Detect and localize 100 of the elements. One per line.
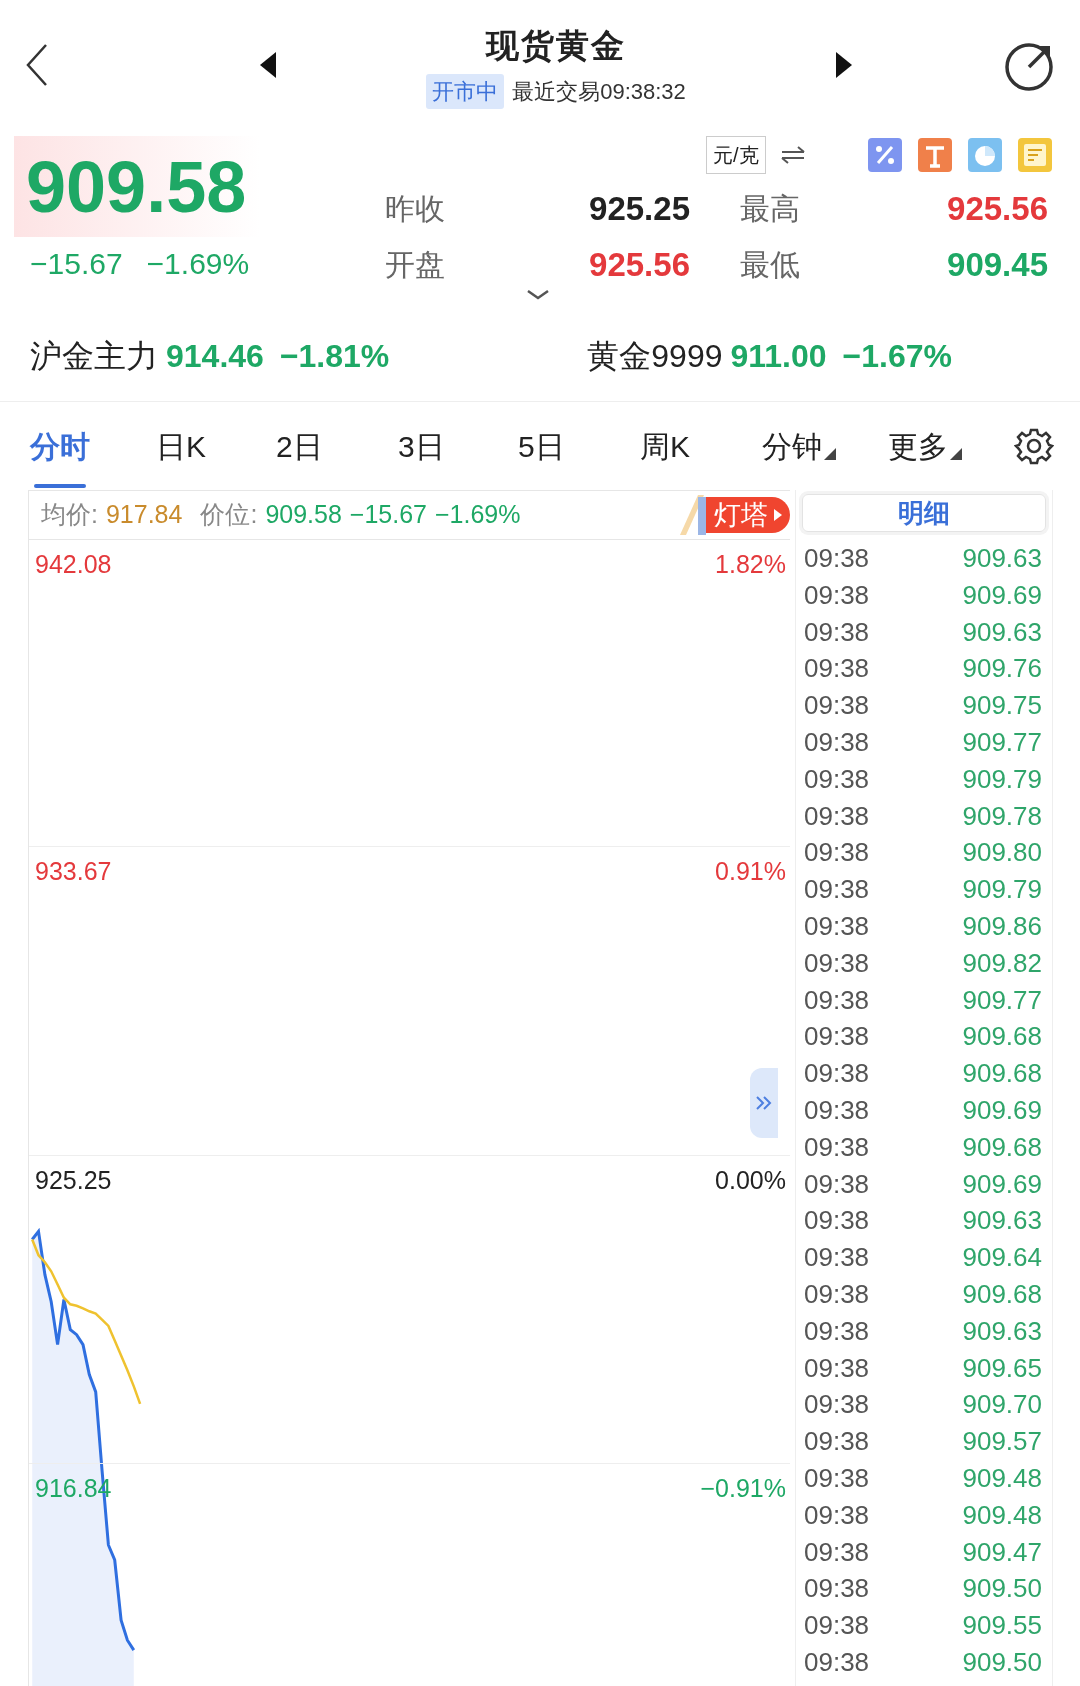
trade-price: 909.82 bbox=[962, 946, 1042, 980]
tab[interactable]: 日K bbox=[156, 402, 206, 490]
tab[interactable]: 2日 bbox=[276, 402, 323, 490]
price-change: −15.67 bbox=[349, 499, 427, 531]
axis-price-label: 925.25 bbox=[35, 1164, 112, 1196]
trade-time: 09:38 bbox=[804, 873, 870, 907]
trade-time: 09:38 bbox=[804, 652, 870, 686]
quote-price: 914.46 bbox=[166, 336, 264, 376]
price-change: −15.67 bbox=[30, 245, 123, 282]
unit-selector[interactable]: 元/克 bbox=[706, 136, 766, 174]
quote-change: −1.67% bbox=[842, 336, 952, 376]
trade-time: 09:38 bbox=[804, 1130, 870, 1164]
stripe-icon bbox=[678, 493, 706, 537]
tower-icon[interactable] bbox=[918, 138, 952, 172]
trade-time: 09:38 bbox=[804, 1093, 870, 1127]
trade-price: 909.63 bbox=[962, 615, 1042, 649]
trade-time: 09:38 bbox=[804, 1461, 870, 1495]
trade-time: 09:38 bbox=[804, 542, 870, 575]
settings-icon[interactable] bbox=[1014, 426, 1054, 466]
trade-time: 09:38 bbox=[804, 1425, 870, 1459]
tab[interactable]: 分时 bbox=[30, 402, 90, 490]
play-icon bbox=[774, 509, 782, 521]
trade-price: 909.65 bbox=[962, 1351, 1042, 1385]
swap-icon[interactable] bbox=[779, 146, 806, 164]
axis-price-label: 933.67 bbox=[35, 856, 112, 888]
percent-icon[interactable] bbox=[868, 138, 902, 172]
current-price: 909.58 bbox=[265, 499, 342, 531]
next-icon[interactable] bbox=[836, 52, 852, 78]
tab[interactable]: 5日 bbox=[518, 402, 565, 490]
percent-change: −1.69% bbox=[435, 499, 521, 531]
trade-time: 09:38 bbox=[804, 1277, 870, 1311]
back-icon[interactable] bbox=[24, 42, 50, 88]
page-title: 现货黄金 bbox=[486, 25, 626, 66]
quote-name[interactable]: 沪金主力 bbox=[30, 331, 158, 380]
trade-time: 09:38 bbox=[804, 946, 870, 980]
trade-price: 909.50 bbox=[962, 1645, 1042, 1679]
expand-icon[interactable] bbox=[526, 289, 550, 301]
tab[interactable]: 周K bbox=[640, 402, 690, 490]
quote-name[interactable]: 黄金9999 bbox=[587, 331, 723, 380]
tab[interactable]: 更多 bbox=[888, 402, 948, 490]
trade-time: 09:38 bbox=[804, 762, 870, 796]
trade-time: 09:38 bbox=[804, 615, 870, 649]
percent-change: −1.69% bbox=[146, 245, 250, 282]
trade-price: 909.64 bbox=[962, 1241, 1042, 1275]
trade-time: 09:38 bbox=[804, 1020, 870, 1054]
trade-price: 909.55 bbox=[962, 1609, 1042, 1643]
trade-time: 09:38 bbox=[804, 1535, 870, 1569]
stat-label: 昨收 bbox=[385, 191, 446, 228]
trade-time: 09:38 bbox=[804, 909, 870, 943]
trade-price: 909.63 bbox=[962, 542, 1042, 575]
trade-price: 909.50 bbox=[962, 1572, 1042, 1606]
axis-price-label: 942.08 bbox=[35, 549, 112, 580]
trade-price: 909.68 bbox=[962, 1130, 1042, 1164]
trade-price: 909.68 bbox=[962, 1057, 1042, 1091]
trade-price: 909.69 bbox=[962, 1167, 1042, 1201]
price-label: 价位: bbox=[200, 499, 258, 531]
trade-time: 09:38 bbox=[804, 1204, 870, 1238]
trade-time: 09:38 bbox=[804, 1572, 870, 1606]
trade-time: 09:38 bbox=[804, 1645, 870, 1679]
trade-price: 909.68 bbox=[962, 1020, 1042, 1054]
trade-time: 09:38 bbox=[804, 836, 870, 870]
axis-percent-label: −0.91% bbox=[700, 1472, 786, 1504]
quote-price: 911.00 bbox=[730, 336, 827, 376]
trade-time: 09:38 bbox=[804, 1498, 870, 1532]
trade-price: 909.78 bbox=[962, 799, 1042, 833]
stat-label: 最高 bbox=[740, 191, 801, 228]
trade-time: 09:38 bbox=[804, 1167, 870, 1201]
tab[interactable]: 分钟 bbox=[762, 402, 822, 490]
trade-price: 909.70 bbox=[962, 1388, 1042, 1422]
stat-label: 开盘 bbox=[385, 246, 446, 283]
trade-time: 09:38 bbox=[804, 983, 870, 1017]
quote-change: −1.81% bbox=[279, 336, 390, 376]
trade-price: 909.86 bbox=[962, 909, 1042, 943]
beacon-button[interactable]: 灯塔 bbox=[706, 497, 790, 533]
average-price: 917.84 bbox=[105, 499, 183, 531]
detail-tab[interactable]: 明细 bbox=[802, 494, 1046, 532]
collapse-handle[interactable] bbox=[750, 1068, 778, 1138]
axis-percent-label: 0.00% bbox=[715, 1164, 786, 1196]
stat-value: 925.56 bbox=[946, 189, 1048, 229]
trade-price: 909.76 bbox=[962, 652, 1042, 686]
stat-value: 925.25 bbox=[588, 189, 690, 229]
trade-time: 09:38 bbox=[804, 799, 870, 833]
trade-price: 909.75 bbox=[962, 689, 1042, 723]
trade-price: 909.77 bbox=[962, 983, 1042, 1017]
trade-time: 09:38 bbox=[804, 1351, 870, 1385]
trade-price: 909.47 bbox=[962, 1535, 1042, 1569]
trade-price: 909.63 bbox=[962, 1204, 1042, 1238]
trade-price: 909.48 bbox=[962, 1461, 1042, 1495]
trade-price: 909.69 bbox=[962, 1093, 1042, 1127]
trade-time: 09:38 bbox=[804, 689, 870, 723]
average-label: 均价: bbox=[41, 499, 98, 531]
trade-time: 09:38 bbox=[804, 1241, 870, 1275]
trade-price: 909.77 bbox=[962, 726, 1042, 759]
trade-time: 09:38 bbox=[804, 1057, 870, 1091]
trade-price: 909.69 bbox=[962, 578, 1042, 612]
previous-icon[interactable] bbox=[260, 52, 276, 78]
trade-time: 09:38 bbox=[804, 1609, 870, 1643]
stat-value: 909.45 bbox=[946, 244, 1048, 285]
tab[interactable]: 3日 bbox=[398, 402, 445, 490]
trade-time: 09:38 bbox=[804, 578, 870, 612]
